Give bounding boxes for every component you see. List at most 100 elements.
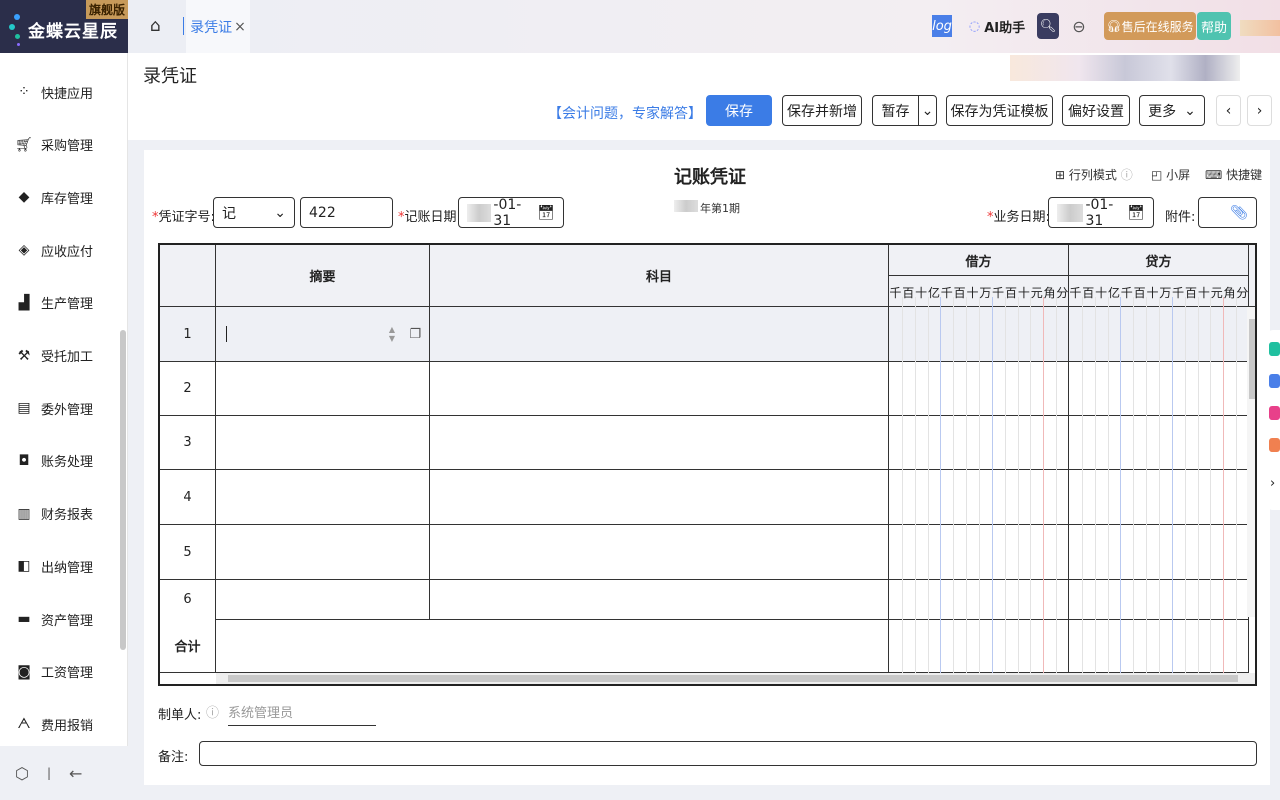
account-cell[interactable] [430,362,889,416]
sidebar-item[interactable]: ◆ 库存管理 [15,187,93,207]
salary-icon: ◙ [17,663,31,680]
draft-button[interactable]: 暂存 [872,95,919,126]
digit-gridline [1056,297,1058,673]
summary-cell[interactable] [216,416,430,470]
sidebar-item[interactable]: 🛒︎ 采购管理 [15,135,93,155]
attachment-input[interactable]: 📎︎ [1198,197,1257,228]
sidebar-item[interactable]: ◘ 账务处理 [15,451,93,471]
sidebar-item[interactable]: ▥ 财务报表 [15,504,93,524]
help-icon[interactable]: ⓘ [206,702,219,721]
expand-arrow-icon[interactable]: › [1270,476,1275,491]
sidebar-item[interactable]: ◙ 工资管理 [15,662,93,682]
digit-labels: 千百十亿千百十万千百十元角分 [1069,284,1249,301]
collapse-arrow-icon[interactable]: ← [69,764,82,783]
digit-label: 元 [1030,286,1043,300]
account-cell[interactable] [430,416,889,470]
chat-float-icon[interactable] [1269,374,1280,388]
asset-icon: ▬ [17,611,31,627]
sidebar-item[interactable]: ▬ 资产管理 [15,609,93,629]
save-button[interactable]: 保存 [706,95,772,126]
sidebar-scrollbar[interactable] [118,110,127,746]
sidebar-item[interactable]: ◈ 应收应付 [15,240,93,260]
posting-date-input[interactable]: -01-31 📅︎ [458,197,564,229]
table-vertical-scrollbar[interactable] [1247,307,1255,617]
search-icon: 🔍︎ [1039,18,1057,34]
small-screen-toggle[interactable]: ◰ 小屏 [1151,166,1190,183]
grid-icon: ⊞ [1055,168,1069,182]
row-number: 4 [160,470,216,525]
expert-answer-link[interactable]: 【会计问题，专家解答】 [548,103,702,123]
search-button[interactable]: 🔍︎ [1037,13,1059,39]
chevron-down-icon: ⌄ [1184,102,1196,119]
voucher-number-input[interactable]: 422 [300,197,393,228]
calendar-icon: 📅︎ [1127,204,1145,221]
prev-button[interactable]: ‹ [1216,95,1241,126]
table-horizontal-scrollbar[interactable] [216,673,1255,684]
summary-cell[interactable] [216,362,430,416]
preferences-button[interactable]: 偏好设置 [1062,95,1130,126]
ai-assistant-button[interactable]: ◌ AI助手 [966,12,1028,40]
next-button[interactable]: › [1247,95,1272,126]
total-label: 合计 [160,619,216,673]
user-avatar[interactable] [1240,20,1280,36]
save-and-new-button[interactable]: 保存并新增 [782,95,862,126]
total-summary [216,619,889,673]
more-button[interactable]: 更多 ⌄ [1139,95,1205,126]
account-cell[interactable] [430,470,889,525]
log-button[interactable]: log [932,15,952,37]
row-column-mode-toggle[interactable]: ⊞ 行列模式 ⓘ [1055,166,1133,183]
sidebar-item[interactable]: ◧ 出纳管理 [15,556,93,576]
digit-label: 百 [1005,286,1018,300]
sidebar-item[interactable]: ⚒ 受托加工 [15,346,93,366]
digit-gridline [1171,297,1173,673]
keyboard-icon: ⌨ [1205,168,1227,182]
stepper-icon[interactable]: ▲ ▼ [389,325,395,343]
digit-label: 千 [889,286,902,300]
calendar-float-icon[interactable] [1269,406,1280,420]
calendar-icon: 📅︎ [537,204,555,221]
help-float-icon[interactable] [1269,342,1280,356]
column-header-debit: 借方 [889,245,1069,276]
brand-logo[interactable]: 金蝶云星辰 旗舰版 [0,0,128,53]
draft-dropdown-icon[interactable]: ⌄ [918,95,937,126]
digit-label: 十 [1095,286,1108,300]
ai-icon: ◌ [968,18,981,34]
digit-label: 千 [1120,286,1133,300]
help-button[interactable]: 帮助 [1197,12,1231,40]
sidebar-item[interactable]: ⁘ 快捷应用 [15,82,93,102]
summary-cell[interactable] [216,525,430,580]
digit-gridline [940,297,942,673]
digit-gridline [1094,297,1096,673]
account-cell[interactable] [430,525,889,580]
sidebar-item[interactable]: ▤ 委外管理 [15,398,93,418]
sidebar-item[interactable]: ᗅ 费用报销 [15,714,93,734]
sidebar-item-label: 委外管理 [41,402,94,418]
text-cursor [226,326,227,342]
digit-gridline [1223,297,1225,673]
home-icon[interactable]: ⌂ [150,16,161,36]
account-cell[interactable] [430,307,889,362]
shortcut-keys-button[interactable]: ⌨ 快捷键 [1205,166,1262,183]
voucher-word-label: *凭证字号: [152,210,215,225]
summary-cell[interactable] [216,470,430,525]
summary-cell[interactable]: ▲ ▼ ❐ [216,307,430,362]
tab-voucher-entry[interactable]: 录凭证 × [186,0,250,53]
factory-icon: ▟ [18,294,30,311]
row-number: 3 [160,416,216,470]
summary-cell[interactable] [216,580,430,620]
sidebar: ⁘ 快捷应用 🛒︎ 采购管理 ◆ 库存管理 ◈ 应收应付 ▟ 生产管理 ⚒ 受托加工 ▤ 委外管理 ◘ 账务处… [0,53,128,746]
expense-icon: ᗅ [17,716,31,733]
after-sales-service-button[interactable]: 🎧︎ 售后在线服务 [1104,12,1196,40]
close-icon[interactable]: × [234,19,246,35]
voucher-word-select[interactable]: 记 ⌄ [213,197,295,228]
tools-float-icon[interactable] [1269,438,1280,452]
business-date-input[interactable]: -01-31 📅︎ [1048,197,1154,229]
account-cell[interactable] [430,580,889,620]
copy-icon[interactable]: ❐ [409,327,421,342]
note-input[interactable] [199,741,1257,766]
digit-label: 千 [940,286,953,300]
save-as-template-button[interactable]: 保存为凭证模板 [946,95,1053,126]
sidebar-item[interactable]: ▟ 生产管理 [15,293,93,313]
settings-icon[interactable]: ⬡ [15,764,29,783]
message-icon[interactable]: ⊖ [1069,12,1089,40]
